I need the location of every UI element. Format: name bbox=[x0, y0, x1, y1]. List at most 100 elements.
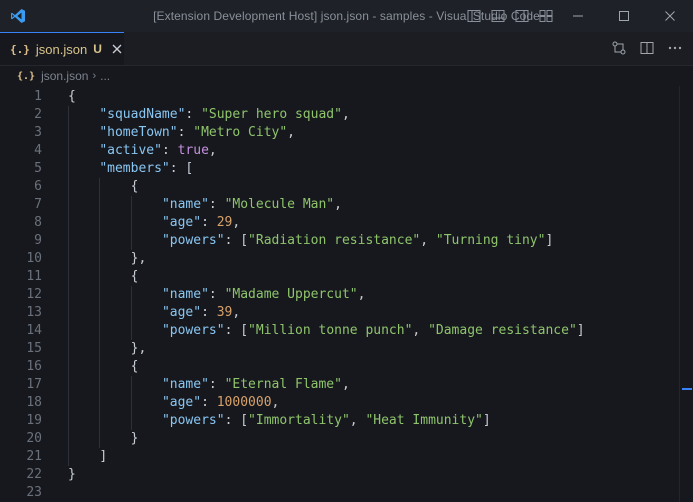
code-text: "squadName": "Super hero squad", bbox=[99, 106, 349, 124]
maximize-button[interactable] bbox=[601, 0, 647, 32]
title-bar: [Extension Development Host] json.json -… bbox=[0, 0, 693, 32]
token-key: "powers" bbox=[161, 233, 225, 248]
indent-guide bbox=[68, 232, 69, 250]
toggle-panel-icon[interactable] bbox=[490, 8, 506, 24]
token-num: 1000000 bbox=[216, 395, 272, 410]
indent-guide bbox=[68, 268, 69, 286]
token-kw: true bbox=[177, 143, 209, 158]
token-num: 29 bbox=[216, 215, 233, 230]
line-number: 6 bbox=[34, 179, 42, 194]
token-pun: , bbox=[232, 305, 241, 320]
line-number: 12 bbox=[26, 287, 42, 302]
indent-guide bbox=[99, 394, 101, 412]
breadcrumb-file[interactable]: json.json bbox=[41, 69, 88, 83]
token-str: "Radiation resistance" bbox=[248, 233, 421, 248]
code-text: "powers": ["Immortality", "Heat Immunity… bbox=[162, 412, 491, 430]
open-changes-icon[interactable] bbox=[611, 40, 627, 56]
split-editor-icon[interactable] bbox=[639, 40, 655, 56]
indent-guide bbox=[99, 232, 101, 250]
indent-guide bbox=[99, 178, 101, 196]
line-number: 17 bbox=[26, 377, 42, 392]
indent-guide bbox=[68, 124, 69, 142]
token-key: "squadName" bbox=[99, 107, 186, 122]
line-number: 19 bbox=[26, 413, 42, 428]
token-str: "Turning tiny" bbox=[435, 233, 546, 248]
breadcrumb: {.} json.json › ... bbox=[0, 66, 693, 86]
indent-guide bbox=[68, 160, 69, 178]
code-text: "homeTown": "Metro City", bbox=[99, 124, 295, 142]
line-number: 18 bbox=[26, 395, 42, 410]
indent-guide bbox=[99, 322, 101, 340]
indent-guide bbox=[130, 394, 132, 412]
indent-guide bbox=[68, 430, 69, 448]
token-key: "powers" bbox=[161, 413, 225, 428]
line-number: 2 bbox=[34, 107, 42, 122]
code-text: "age": 1000000, bbox=[162, 394, 279, 412]
token-str: "Heat Immunity" bbox=[365, 413, 483, 428]
token-str: "Damage resistance" bbox=[428, 323, 577, 338]
code-text: "name": "Madame Uppercut", bbox=[162, 286, 366, 304]
token-pun: : bbox=[208, 377, 225, 392]
breadcrumb-symbol[interactable]: ... bbox=[100, 69, 110, 83]
token-key: "active" bbox=[99, 143, 162, 158]
token-pun: : bbox=[177, 125, 194, 140]
more-actions-icon[interactable] bbox=[667, 40, 683, 56]
line-number: 23 bbox=[26, 485, 42, 500]
token-pun: } bbox=[130, 431, 139, 446]
indent-guide bbox=[68, 448, 69, 466]
token-pun: : bbox=[208, 197, 225, 212]
code-text: } bbox=[131, 430, 139, 448]
token-pun: }, bbox=[130, 251, 147, 266]
token-pun: { bbox=[68, 89, 76, 104]
indent-guide bbox=[99, 376, 101, 394]
indent-guide bbox=[68, 142, 69, 160]
token-key: "age" bbox=[161, 215, 202, 230]
indent-guide bbox=[99, 358, 101, 376]
vertical-scrollbar[interactable] bbox=[679, 86, 693, 502]
close-window-button[interactable] bbox=[647, 0, 693, 32]
breadcrumb-separator-icon: › bbox=[92, 70, 97, 82]
code-text: { bbox=[131, 358, 139, 376]
indent-guide bbox=[99, 412, 101, 430]
code-text: }, bbox=[131, 340, 147, 358]
token-pun: : bbox=[208, 287, 225, 302]
token-pun: : bbox=[201, 395, 217, 410]
indent-guide bbox=[99, 214, 101, 232]
close-tab-icon[interactable] bbox=[110, 42, 124, 56]
line-number: 20 bbox=[26, 431, 42, 446]
tab-json-json[interactable]: {.} json.json U bbox=[0, 32, 124, 65]
toggle-primary-sidebar-icon[interactable] bbox=[466, 8, 482, 24]
untracked-badge: U bbox=[93, 42, 102, 56]
indent-guide bbox=[99, 250, 101, 268]
indent-guide bbox=[130, 322, 132, 340]
token-key: "powers" bbox=[161, 323, 225, 338]
close-icon bbox=[665, 11, 675, 21]
indent-guide bbox=[99, 268, 101, 286]
token-key: "name" bbox=[161, 197, 209, 212]
token-str: "Super hero squad" bbox=[201, 107, 342, 122]
token-pun: ] bbox=[576, 323, 585, 338]
indent-guide bbox=[68, 322, 69, 340]
tab-label: json.json bbox=[35, 41, 88, 57]
indent-guide bbox=[130, 376, 132, 394]
minimize-button[interactable] bbox=[555, 0, 601, 32]
vscode-window: [Extension Development Host] json.json -… bbox=[0, 0, 693, 502]
token-pun: ] bbox=[99, 449, 108, 464]
line-number: 7 bbox=[34, 197, 42, 212]
token-key: "age" bbox=[161, 395, 202, 410]
customize-layout-icon[interactable] bbox=[538, 8, 554, 24]
indent-guide bbox=[130, 232, 132, 250]
toggle-secondary-sidebar-icon[interactable] bbox=[514, 8, 530, 24]
line-number: 15 bbox=[26, 341, 42, 356]
indent-guide bbox=[99, 430, 101, 448]
maximize-icon bbox=[619, 11, 629, 21]
line-number: 21 bbox=[26, 449, 42, 464]
token-pun: , bbox=[357, 287, 366, 302]
indent-guide bbox=[130, 304, 132, 322]
indent-guide bbox=[68, 358, 69, 376]
scrollbar-cursor-marker bbox=[682, 388, 692, 390]
indent-guide bbox=[68, 286, 69, 304]
token-pun: , bbox=[420, 233, 436, 248]
line-number: 9 bbox=[34, 233, 42, 248]
code-editor[interactable]: 1 {2 "squadName": "Super hero squad", 3 "hom… bbox=[0, 86, 680, 502]
